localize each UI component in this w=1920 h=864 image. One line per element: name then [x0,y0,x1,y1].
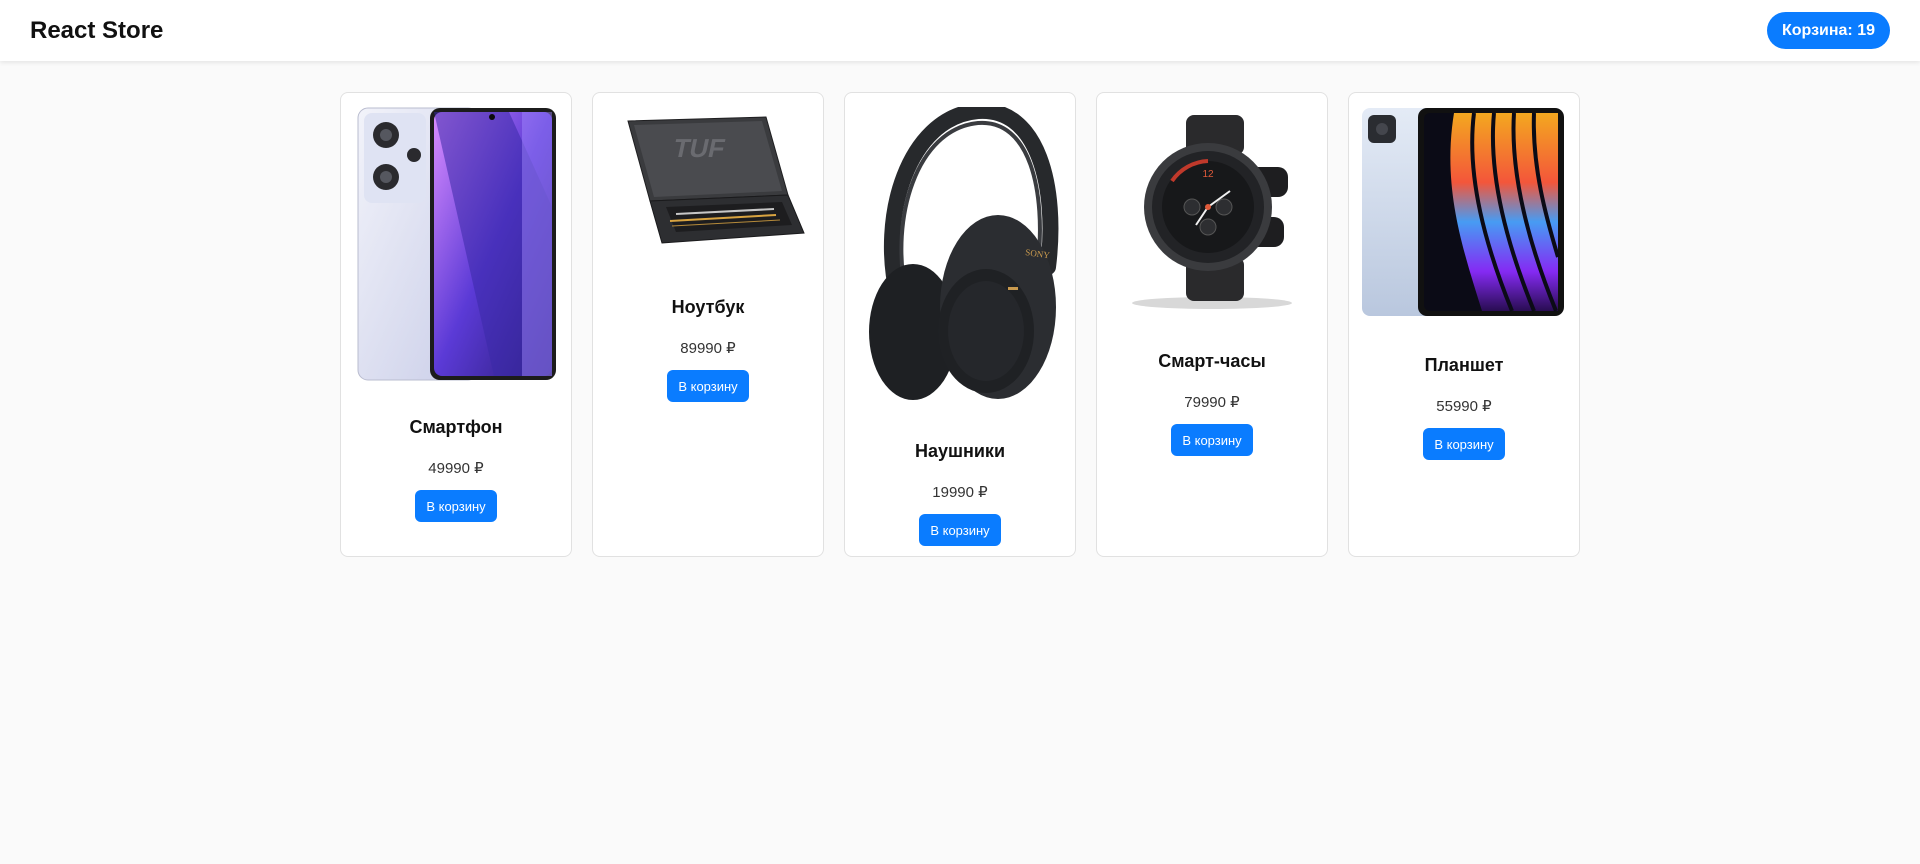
cart-button[interactable]: Корзина: 19 [1766,12,1890,49]
add-to-cart-button[interactable]: В корзину [1423,428,1505,460]
product-card-laptop: TUF Ноутбук 89990 ₽ В корзину [592,92,824,557]
product-card-smartphone: Смартфон 49990 ₽ В корзину [340,92,572,557]
add-to-cart-button[interactable]: В корзину [919,514,1001,546]
product-title: Смарт-часы [1158,351,1266,371]
store-logo[interactable]: React Store [30,17,163,45]
add-to-cart-button[interactable]: В корзину [415,490,497,522]
laptop-image: TUF [606,107,810,261]
product-price: 55990 ₽ [1436,398,1492,415]
product-title: Смартфон [409,417,503,437]
product-price: 79990 ₽ [1184,394,1240,411]
add-to-cart-button[interactable]: В корзину [667,370,749,402]
svg-text:TUF: TUF [671,133,728,163]
product-price: 89990 ₽ [680,340,736,357]
product-title: Наушники [914,441,1006,461]
product-card-smartwatch: 12 Смарт-часы 79990 ₽ В корзину [1096,92,1328,557]
smartwatch-image: 12 [1110,107,1314,315]
smartphone-image [354,107,558,381]
svg-text:12: 12 [1202,169,1214,180]
product-title: Ноутбук [671,297,745,317]
product-price: 19990 ₽ [932,484,988,501]
product-card-headphones: SONY Наушники 19990 ₽ В корзину [844,92,1076,557]
product-card-tablet: Планшет 55990 ₽ В корзину [1348,92,1580,557]
product-title: Планшет [1424,355,1504,375]
product-price: 49990 ₽ [428,460,484,477]
top-bar: React Store Корзина: 19 [0,0,1920,61]
headphones-image: SONY [858,107,1062,405]
add-to-cart-button[interactable]: В корзину [1171,424,1253,456]
tablet-image [1362,107,1566,319]
product-grid: Смартфон 49990 ₽ В корзину TUF Ноутбук 8… [340,92,1580,557]
